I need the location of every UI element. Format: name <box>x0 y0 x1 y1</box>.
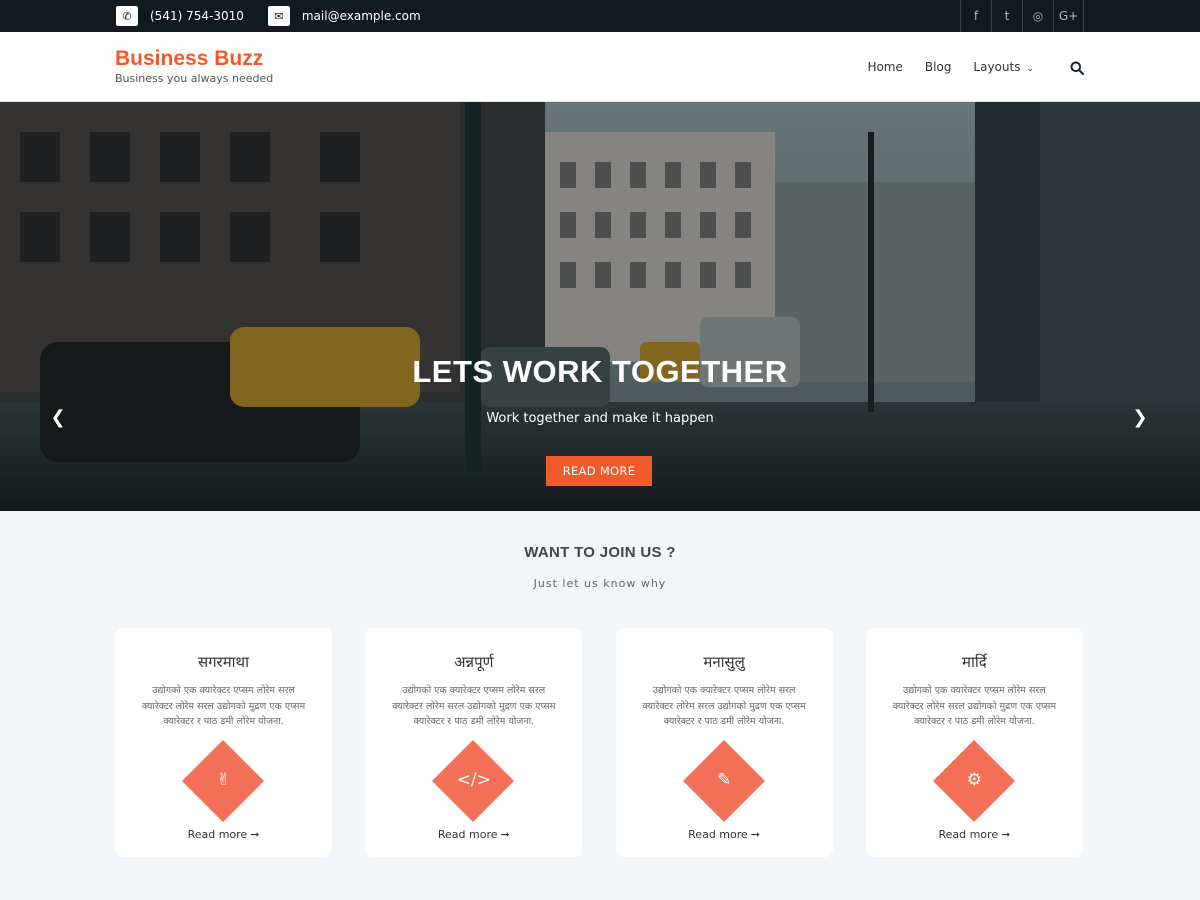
hero-overlay <box>0 102 1200 511</box>
feature-card: मार्दि उद्योगको एक क्यारेक्टर एप्सम लोरे… <box>865 628 1083 857</box>
hero-title: LETS WORK TOGETHER <box>412 354 788 389</box>
code-icon: </> <box>456 770 491 790</box>
nav-item-blog[interactable]: Blog <box>925 60 952 74</box>
read-more-link[interactable]: Read more ➞ <box>115 828 332 841</box>
nav-item-layouts-label: Layouts <box>973 60 1021 74</box>
feature-card: अन्नपूर्ण उद्योगको एक क्यारेक्टर एप्सम ल… <box>365 628 583 857</box>
chevron-left-icon[interactable]: ❮ <box>48 405 68 429</box>
envelope-icon: ✉ <box>267 6 290 26</box>
phone-number[interactable]: (541) 754-3010 <box>150 9 244 23</box>
join-section: WANT TO JOIN US ? Just let us know why स… <box>0 511 1200 900</box>
site-header: Business Buzz Business you always needed… <box>0 32 1200 102</box>
arrow-right-icon: ➞ <box>250 828 260 841</box>
google-plus-icon[interactable]: G+ <box>1053 0 1084 32</box>
contact-info: ✆ (541) 754-3010 ✉ mail@example.com <box>116 0 445 32</box>
chevron-right-icon[interactable]: ❯ <box>1130 405 1150 429</box>
card-title: मार्दि <box>962 653 987 671</box>
card-title: अन्नपूर्ण <box>454 653 494 671</box>
main-nav: Home Blog Layouts ⌄ <box>845 32 1085 102</box>
brand[interactable]: Business Buzz Business you always needed <box>115 47 273 85</box>
cogs-icon: ⚙ <box>966 770 983 790</box>
email-address[interactable]: mail@example.com <box>302 9 421 23</box>
card-title: मनासुलु <box>703 653 745 671</box>
arrow-right-icon: ➞ <box>750 828 761 841</box>
card-text: उद्योगको एक क्यारेक्टर एप्सम लोरेम सरल क… <box>892 685 1057 727</box>
card-title: सगरमाथा <box>197 653 250 671</box>
feature-card: मनासुलु उद्योगको एक क्यारेक्टर एप्सम लोर… <box>615 628 833 857</box>
arrow-right-icon: ➞ <box>1001 828 1011 841</box>
read-more-label: Read more <box>187 828 248 841</box>
instagram-icon[interactable]: ◎ <box>1022 0 1053 32</box>
top-bar: ✆ (541) 754-3010 ✉ mail@example.com f t … <box>0 0 1200 32</box>
arrow-right-icon: ➞ <box>500 828 510 841</box>
chevron-down-icon: ⌄ <box>1026 64 1034 74</box>
site-tagline: Business you always needed <box>115 72 274 85</box>
read-more-label: Read more <box>938 828 999 841</box>
pencil-icon: ✎ <box>716 770 732 790</box>
feature-cards: सगरमाथा उद्योगको एक क्यारेक्टर एप्सम लोर… <box>115 628 1116 857</box>
read-more-label: Read more <box>688 828 748 841</box>
section-title: WANT TO JOIN US ? <box>524 544 676 561</box>
twitter-icon[interactable]: t <box>991 0 1022 32</box>
facebook-icon[interactable]: f <box>960 0 991 32</box>
card-text: उद्योगको एक क्यारेक्टर एप्सम लोरेम सरल क… <box>642 685 806 727</box>
card-text: उद्योगको एक क्यारेक्टर एप्सम लोरेम सरल क… <box>141 685 306 727</box>
card-text: उद्योगको एक क्यारेक्टर एप्सम लोरेम सरल क… <box>392 685 556 727</box>
hero-slider: LETS WORK TOGETHER Work together and mak… <box>0 102 1200 511</box>
read-more-link[interactable]: Read more ➞ <box>616 828 833 841</box>
social-links: f t ◎ G+ <box>960 0 1084 32</box>
phone-icon: ✆ <box>116 6 138 26</box>
read-more-link[interactable]: Read more ➞ <box>365 828 582 841</box>
nav-item-layouts[interactable]: Layouts ⌄ <box>973 60 1034 74</box>
read-more-link[interactable]: Read more ➞ <box>866 828 1083 841</box>
read-more-button[interactable]: READ MORE <box>546 456 652 486</box>
hand-peace-icon: ✌ <box>216 770 231 790</box>
feature-card: सगरमाथा उद्योगको एक क्यारेक्टर एप्सम लोर… <box>115 628 332 857</box>
search-icon[interactable] <box>1070 60 1085 76</box>
section-subtitle: Just let us know why <box>533 577 667 590</box>
nav-item-home[interactable]: Home <box>867 60 902 74</box>
read-more-label: Read more <box>437 828 498 841</box>
hero-subtitle: Work together and make it happen <box>486 411 714 426</box>
site-title[interactable]: Business Buzz <box>115 47 273 71</box>
